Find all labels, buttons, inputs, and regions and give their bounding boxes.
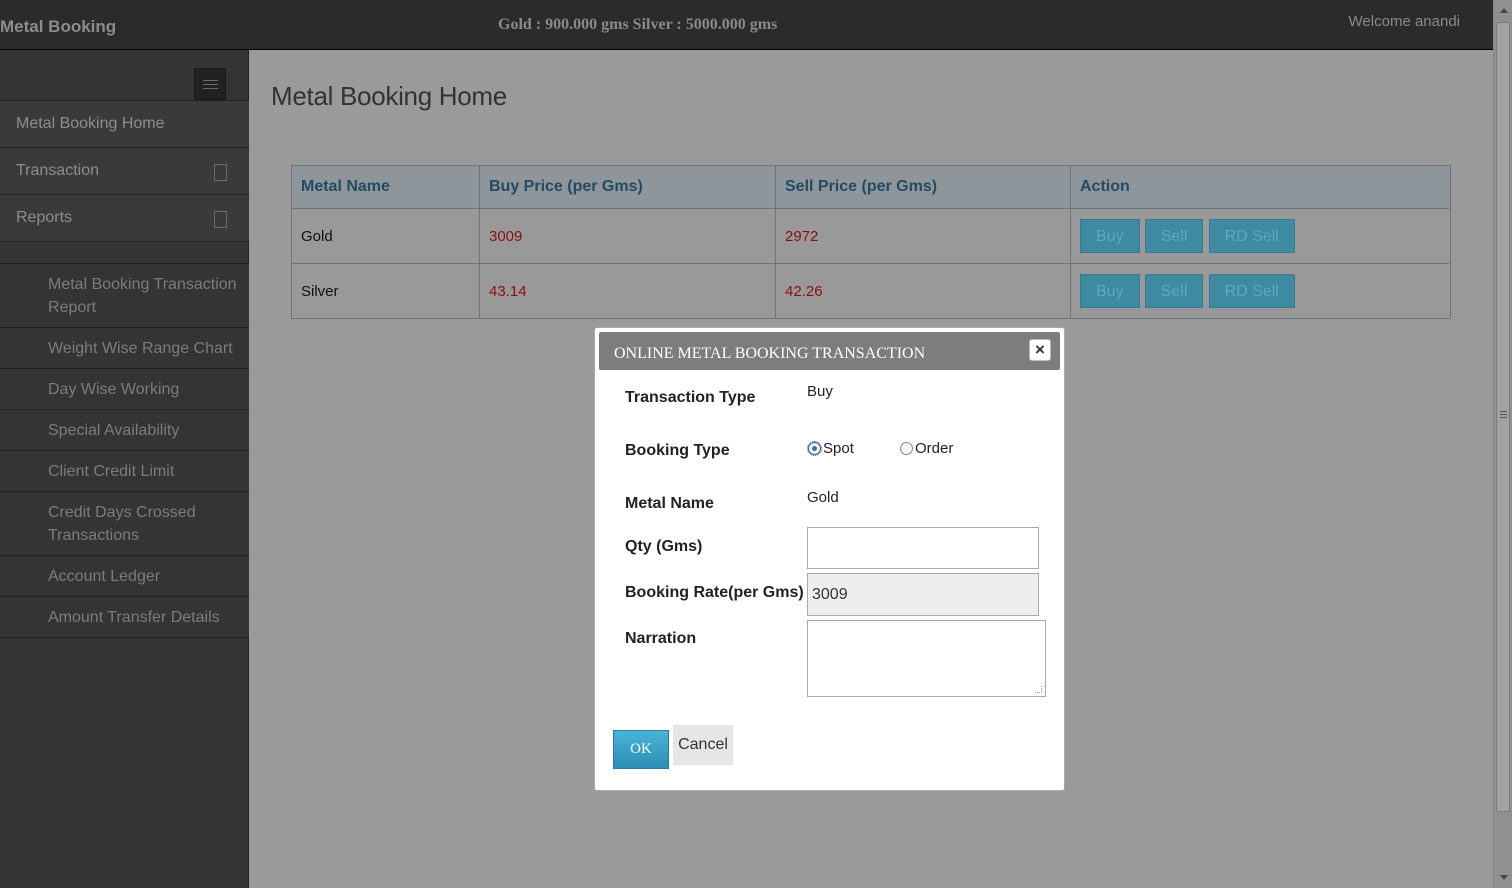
submenu-weight-wise-range-chart[interactable]: Weight Wise Range Chart	[0, 328, 249, 369]
metal-name-value: Gold	[807, 489, 839, 506]
dialog-header: ONLINE METAL BOOKING TRANSACTION ×	[599, 332, 1060, 370]
hamburger-icon	[203, 80, 218, 81]
reports-submenu: Metal Booking Transaction Report Weight …	[0, 263, 249, 638]
action-cell: Buy Sell RD Sell	[1070, 208, 1451, 264]
sidebar-toggle-button[interactable]	[194, 68, 226, 100]
brand-title[interactable]: Metal Booking	[0, 17, 116, 37]
page-scrollbar[interactable]	[1493, 0, 1512, 888]
order-radio-label[interactable]: Order	[915, 440, 953, 457]
booking-rate-label: Booking Rate(per Gms)	[625, 584, 804, 601]
submenu-account-ledger[interactable]: Account Ledger	[0, 556, 249, 597]
buy-button[interactable]: Buy	[1080, 274, 1140, 308]
spot-radio-label[interactable]: Spot	[823, 440, 854, 457]
submenu-special-availability[interactable]: Special Availability	[0, 410, 249, 451]
sell-price-cell: 2972	[775, 208, 1071, 264]
top-bar: Metal Booking Gold : 900.000 gms Silver …	[0, 0, 1493, 50]
submenu-day-wise-working[interactable]: Day Wise Working	[0, 369, 249, 410]
buy-price-cell: 43.14	[479, 263, 776, 319]
qty-label: Qty (Gms)	[625, 538, 703, 555]
page-title: Metal Booking Home	[271, 81, 507, 111]
resize-handle-icon[interactable]	[1035, 686, 1042, 693]
column-header: Action	[1070, 165, 1451, 209]
column-header: Sell Price (per Gms)	[775, 165, 1071, 209]
booking-type-label: Booking Type	[625, 442, 730, 459]
metal-name-cell: Silver	[291, 263, 480, 319]
ok-button[interactable]: OK	[613, 730, 669, 769]
welcome-user[interactable]: Welcome anandi	[1349, 13, 1460, 30]
rd-sell-button[interactable]: RD Sell	[1208, 274, 1295, 308]
sidebar-item-home[interactable]: Metal Booking Home	[0, 101, 249, 148]
metal-name-cell: Gold	[291, 208, 480, 264]
scroll-up-icon[interactable]	[1500, 8, 1508, 13]
expand-icon	[214, 211, 227, 228]
table-row: Silver 43.14 42.26 Buy Sell RD Sell	[291, 263, 1451, 319]
table-header-row: Metal Name Buy Price (per Gms) Sell Pric…	[291, 165, 1451, 209]
sell-button[interactable]: Sell	[1144, 219, 1204, 253]
sidebar-item-label: Metal Booking Home	[16, 115, 165, 132]
cancel-button[interactable]: Cancel	[673, 725, 733, 765]
booking-rate-field: 3009	[807, 573, 1039, 616]
transaction-type-label: Transaction Type	[625, 389, 756, 406]
expand-icon	[214, 164, 227, 181]
sidebar: Metal Booking Home Transaction Reports M…	[0, 50, 249, 888]
sidebar-item-label: Reports	[16, 209, 73, 226]
column-header: Metal Name	[291, 165, 480, 209]
narration-textarea[interactable]	[807, 620, 1046, 697]
transaction-type-value: Buy	[807, 383, 833, 400]
close-icon[interactable]: ×	[1029, 339, 1051, 361]
stock-summary: Gold : 900.000 gms Silver : 5000.000 gms	[498, 16, 778, 33]
submenu-transaction-report[interactable]: Metal Booking Transaction Report	[0, 264, 249, 328]
buy-button[interactable]: Buy	[1080, 219, 1140, 253]
table-row: Gold 3009 2972 Buy Sell RD Sell	[291, 208, 1451, 264]
dialog-title: ONLINE METAL BOOKING TRANSACTION	[614, 345, 926, 362]
order-radio[interactable]	[900, 442, 913, 455]
grip-icon	[1500, 411, 1507, 420]
spot-radio[interactable]	[807, 441, 822, 456]
submenu-amount-transfer-details[interactable]: Amount Transfer Details	[0, 597, 249, 638]
metal-rates-table: Metal Name Buy Price (per Gms) Sell Pric…	[291, 165, 1451, 319]
buy-price-cell: 3009	[479, 208, 776, 264]
rd-sell-button[interactable]: RD Sell	[1208, 219, 1295, 253]
sidebar-nav: Metal Booking Home Transaction Reports	[0, 100, 249, 242]
submenu-credit-days-crossed[interactable]: Credit Days Crossed Transactions	[0, 492, 249, 556]
action-cell: Buy Sell RD Sell	[1070, 263, 1451, 319]
sidebar-item-reports[interactable]: Reports	[0, 195, 249, 242]
column-header: Buy Price (per Gms)	[479, 165, 776, 209]
qty-input[interactable]	[807, 527, 1039, 569]
sell-button[interactable]: Sell	[1144, 274, 1204, 308]
transaction-dialog: ONLINE METAL BOOKING TRANSACTION × Trans…	[594, 327, 1065, 791]
sidebar-item-transaction[interactable]: Transaction	[0, 148, 249, 195]
narration-label: Narration	[625, 630, 697, 647]
scroll-down-icon[interactable]	[1500, 875, 1508, 880]
metal-name-label: Metal Name	[625, 495, 714, 512]
submenu-client-credit-limit[interactable]: Client Credit Limit	[0, 451, 249, 492]
scroll-thumb[interactable]	[1496, 22, 1510, 812]
sell-price-cell: 42.26	[775, 263, 1071, 319]
sidebar-item-label: Transaction	[16, 162, 99, 179]
